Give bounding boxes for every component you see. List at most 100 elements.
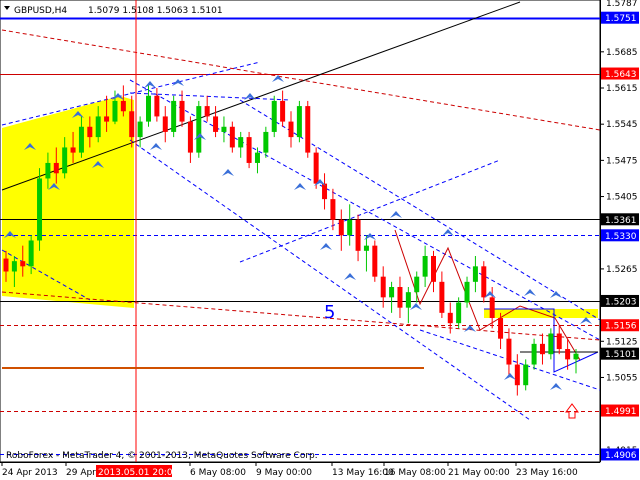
candle-body — [422, 255, 428, 277]
price-axis: 1.5685 1.5615 1.5545 1.5475 1.5405 1.5265 1.51… — [600, 0, 639, 462]
time-tick-label: 6 May 08:00 — [190, 468, 246, 478]
price-label-text: 1.5203 — [605, 297, 637, 307]
candle-body — [62, 147, 68, 174]
price-label-text: 1.5643 — [605, 70, 637, 80]
yellow-zone — [2, 96, 134, 308]
price-label-text: 1.5156 — [605, 322, 637, 332]
wave-label: 5 — [324, 302, 335, 323]
candle-body — [246, 137, 252, 163]
candle-body — [439, 281, 445, 313]
candle-body — [322, 183, 328, 200]
candle-body — [3, 258, 9, 272]
candle-body — [254, 152, 260, 163]
price-label-text: 1.5361 — [605, 216, 637, 226]
candle-body — [389, 287, 395, 298]
candle-body — [506, 338, 512, 365]
price-tick-label: 1.5685 — [606, 48, 638, 58]
candle-body — [472, 266, 478, 282]
candle-body — [263, 131, 269, 153]
chart-symbol: GBPUSD,H4 — [14, 6, 67, 16]
time-tick-label: 23 May 16:00 — [516, 468, 578, 478]
candle-body — [330, 199, 336, 220]
time-tick-label: 21 May 00:00 — [448, 468, 510, 478]
candle-body — [514, 364, 520, 386]
candle-body — [280, 100, 286, 122]
price-chart[interactable]: 5 GBPUSD,H4 1.5079 1.5108 1.5063 1.5101 … — [0, 0, 640, 480]
candle-body — [112, 100, 118, 122]
time-tick-label: 16 May 08:00 — [384, 468, 446, 478]
candle-body — [238, 137, 244, 148]
candle-body — [447, 312, 453, 324]
candle-body — [305, 106, 311, 153]
candle-body — [565, 349, 571, 360]
price-tick-label: 1.5545 — [606, 120, 638, 130]
candle-body — [489, 297, 495, 319]
candle-body — [87, 126, 93, 138]
candle-body — [204, 106, 210, 117]
candle-body — [271, 100, 277, 132]
candle-body — [338, 219, 344, 236]
candle-body — [556, 333, 562, 350]
price-label-text: 1.4906 — [605, 451, 637, 461]
candle-body — [531, 343, 537, 365]
price-tick-label: 1.5125 — [606, 337, 638, 347]
candle-body — [171, 100, 177, 132]
time-tick-label: 9 May 00:00 — [256, 468, 312, 478]
candle-body — [120, 100, 126, 112]
price-top-label: 1.5787 — [606, 0, 638, 9]
candle-body — [498, 318, 504, 339]
time-tick-label: 29 Apr — [66, 468, 96, 478]
candle-body — [523, 364, 529, 386]
candle-body — [196, 106, 202, 153]
candle-body — [405, 292, 411, 308]
candle-body — [288, 121, 294, 138]
candle-body — [347, 219, 353, 236]
candle-body — [573, 353, 579, 360]
chart-ohlc: 1.5079 1.5108 1.5063 1.5101 — [88, 6, 223, 16]
footer-copyright: RoboForex - MetaTrader 4, © 2001-2013, M… — [6, 451, 318, 461]
candle-body — [70, 147, 76, 153]
candle-body — [548, 333, 554, 355]
candle-body — [380, 276, 386, 298]
candle-body — [28, 240, 34, 267]
candle-body — [187, 121, 193, 153]
candle-body — [414, 276, 420, 293]
candle-body — [355, 219, 361, 251]
price-tick-label: 1.5055 — [606, 373, 638, 383]
candle-body — [45, 162, 51, 179]
price-tick-label: 1.5265 — [606, 265, 638, 275]
candle-body — [162, 116, 168, 132]
candle-body — [154, 95, 160, 117]
candle-body — [313, 152, 319, 184]
price-label-text: 1.5751 — [605, 14, 637, 24]
candle-body — [213, 116, 219, 132]
candle-body — [221, 126, 227, 132]
candle-body — [363, 245, 369, 251]
price-tick-label: 1.5615 — [606, 84, 638, 94]
candle-body — [539, 343, 545, 355]
candle-body — [372, 245, 378, 277]
price-tick-label: 1.5475 — [606, 156, 638, 166]
candle-body — [146, 95, 151, 122]
candle-body — [481, 266, 487, 298]
highlighted-time-label: 2013.05.01 20:00 — [98, 468, 179, 478]
candle-body — [78, 126, 84, 153]
candle-body — [129, 111, 135, 138]
price-tick-label: 1.5405 — [606, 193, 638, 203]
candle-body — [296, 106, 302, 138]
candle-body — [95, 116, 101, 138]
candle-body — [456, 302, 462, 324]
candle-body — [229, 126, 235, 148]
candle-body — [20, 261, 26, 267]
candle-body — [53, 162, 59, 174]
background-layer — [0, 0, 640, 480]
time-tick-label: 24 Apr 2013 — [2, 468, 58, 478]
price-label-text: 1.5330 — [605, 232, 637, 242]
candle-body — [464, 281, 470, 303]
mt4-chart-window[interactable]: 5 GBPUSD,H4 1.5079 1.5108 1.5063 1.5101 … — [0, 0, 640, 480]
candle-body — [11, 261, 17, 272]
candle-body — [137, 121, 143, 138]
candle-body — [104, 116, 110, 122]
candle-body — [37, 178, 43, 241]
price-label-text: 1.5101 — [605, 350, 637, 360]
